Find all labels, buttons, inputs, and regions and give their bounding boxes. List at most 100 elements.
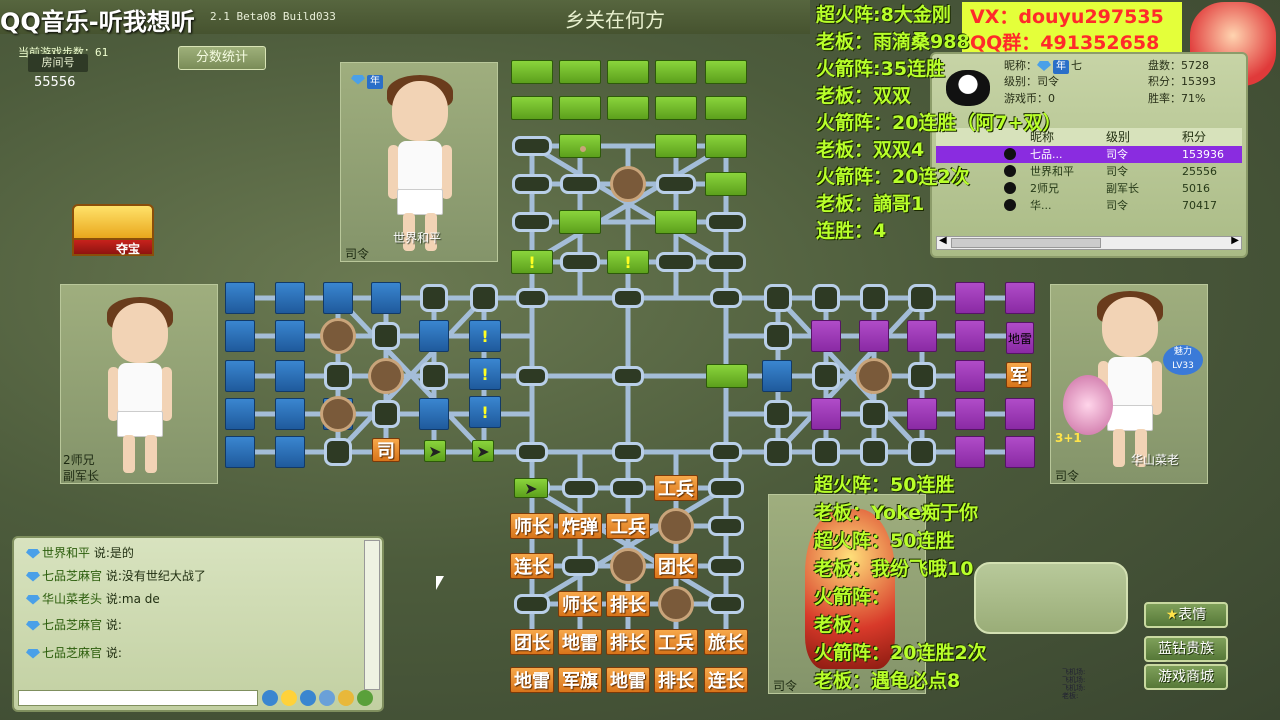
empty-slot[interactable]: [708, 478, 744, 498]
chat-sender[interactable]: 七品芝麻官: [42, 618, 102, 632]
empty-slot[interactable]: [764, 322, 792, 350]
camp-slot[interactable]: [658, 508, 694, 544]
empty-slot[interactable]: [908, 438, 936, 466]
green-piece[interactable]: [705, 172, 747, 196]
blue-piece-14[interactable]: [419, 398, 449, 430]
empty-slot[interactable]: [860, 400, 888, 428]
camp-slot[interactable]: [320, 318, 356, 354]
junction-slot[interactable]: [516, 366, 548, 386]
blue-flag-piece[interactable]: !: [469, 396, 501, 428]
empty-slot[interactable]: [560, 174, 600, 194]
camp-slot[interactable]: [856, 358, 892, 394]
blue-piece-8[interactable]: [225, 398, 255, 430]
smiley-icon[interactable]: [281, 690, 297, 706]
arrow-piece[interactable]: ➤: [472, 440, 494, 462]
blue-piece-4[interactable]: [225, 320, 255, 352]
purple-piece-6[interactable]: [811, 398, 841, 430]
empty-slot[interactable]: [812, 438, 840, 466]
empty-slot[interactable]: [860, 438, 888, 466]
empty-slot[interactable]: [764, 284, 792, 312]
green-piece-r0c0[interactable]: [511, 60, 553, 84]
junction-slot[interactable]: [516, 288, 548, 308]
camp-slot[interactable]: [320, 396, 356, 432]
green-piece-center[interactable]: [706, 364, 748, 388]
blue-piece-0[interactable]: [225, 282, 255, 314]
purple-piece-7[interactable]: [907, 398, 937, 430]
green-piece[interactable]: [705, 134, 747, 158]
orange-piece-7[interactable]: 排长: [606, 591, 650, 617]
green-piece-r0c4[interactable]: [705, 60, 747, 84]
empty-slot[interactable]: [562, 556, 598, 576]
scroll-right-icon[interactable]: ▶: [1231, 235, 1239, 246]
empty-slot[interactable]: [812, 362, 840, 390]
chat-sender[interactable]: 世界和平: [42, 546, 90, 560]
empty-slot[interactable]: [512, 136, 552, 156]
settings-icon[interactable]: [357, 690, 373, 706]
empty-slot[interactable]: [470, 284, 498, 312]
green-flag-piece[interactable]: !: [511, 250, 553, 274]
blue-piece-1[interactable]: [275, 282, 305, 314]
purple-piece-12[interactable]: [955, 360, 985, 392]
chat-sender[interactable]: 华山菜老头: [42, 592, 102, 606]
purple-piece-9[interactable]: [1005, 398, 1035, 430]
orange-piece-9[interactable]: 地雷: [558, 629, 602, 655]
blue-piece-12[interactable]: [275, 436, 305, 468]
empty-slot[interactable]: [908, 362, 936, 390]
orange-piece-14[interactable]: 军旗: [558, 667, 602, 693]
empty-slot[interactable]: [514, 594, 550, 614]
empty-slot[interactable]: [324, 438, 352, 466]
green-piece-r0c3[interactable]: [655, 60, 697, 84]
empty-slot[interactable]: [708, 594, 744, 614]
empty-slot[interactable]: [706, 212, 746, 232]
blue-piece-center[interactable]: [762, 360, 792, 392]
camp-slot[interactable]: [658, 586, 694, 622]
chat-input[interactable]: [18, 690, 258, 706]
orange-piece-0[interactable]: 工兵: [654, 475, 698, 501]
empty-slot[interactable]: [420, 284, 448, 312]
empty-slot[interactable]: [764, 400, 792, 428]
chat-bubble-icon[interactable]: [262, 690, 278, 706]
chat-scrollbar[interactable]: [364, 540, 380, 690]
empty-slot[interactable]: [706, 252, 746, 272]
chat-sender[interactable]: 七品芝麻官: [42, 646, 102, 660]
blue-diamond-button[interactable]: 蓝钻贵族: [1144, 636, 1228, 662]
purple-piece-11[interactable]: [1005, 436, 1035, 468]
player-list-row[interactable]: 七品... 司令 153936: [936, 146, 1242, 163]
message-icon[interactable]: [300, 690, 316, 706]
blue-flag-piece[interactable]: !: [469, 320, 501, 352]
shop-button[interactable]: 游戏商城: [1144, 664, 1228, 690]
blue-piece-13[interactable]: [419, 320, 449, 352]
blue-piece-3[interactable]: [371, 282, 401, 314]
empty-slot[interactable]: [708, 556, 744, 576]
green-piece-r1c2[interactable]: [607, 96, 649, 120]
empty-slot[interactable]: [512, 174, 552, 194]
arrow-piece[interactable]: ➤: [424, 440, 446, 462]
orange-piece-11[interactable]: 工兵: [654, 629, 698, 655]
empty-slot[interactable]: [908, 284, 936, 312]
player-list-row[interactable]: 2师兄 副军长 5016: [936, 180, 1242, 197]
orange-piece-3[interactable]: 工兵: [606, 513, 650, 539]
empty-slot[interactable]: [610, 478, 646, 498]
blue-piece-2[interactable]: [323, 282, 353, 314]
player-list-row[interactable]: 华... 司令 70417: [936, 197, 1242, 214]
purple-piece-8[interactable]: [955, 398, 985, 430]
empty-slot[interactable]: [812, 284, 840, 312]
empty-slot[interactable]: [708, 516, 744, 536]
green-piece-r1c0[interactable]: [511, 96, 553, 120]
empty-slot[interactable]: [372, 400, 400, 428]
key-icon[interactable]: [338, 690, 354, 706]
blue-piece-5[interactable]: [275, 320, 305, 352]
green-piece-r1c4[interactable]: [705, 96, 747, 120]
purple-piece-0[interactable]: [955, 282, 985, 314]
empty-slot[interactable]: [562, 478, 598, 498]
junction-slot[interactable]: [612, 366, 644, 386]
empty-slot[interactable]: [512, 212, 552, 232]
purple-piece-10[interactable]: [955, 436, 985, 468]
orange-piece-8[interactable]: 团长: [510, 629, 554, 655]
orange-piece-5[interactable]: 团长: [654, 553, 698, 579]
junction-slot[interactable]: [710, 288, 742, 308]
arrow-piece[interactable]: ➤: [514, 478, 548, 498]
player-list-row[interactable]: 世界和平 司令 25556: [936, 163, 1242, 180]
orange-piece-15[interactable]: 地雷: [606, 667, 650, 693]
empty-slot[interactable]: [560, 252, 600, 272]
